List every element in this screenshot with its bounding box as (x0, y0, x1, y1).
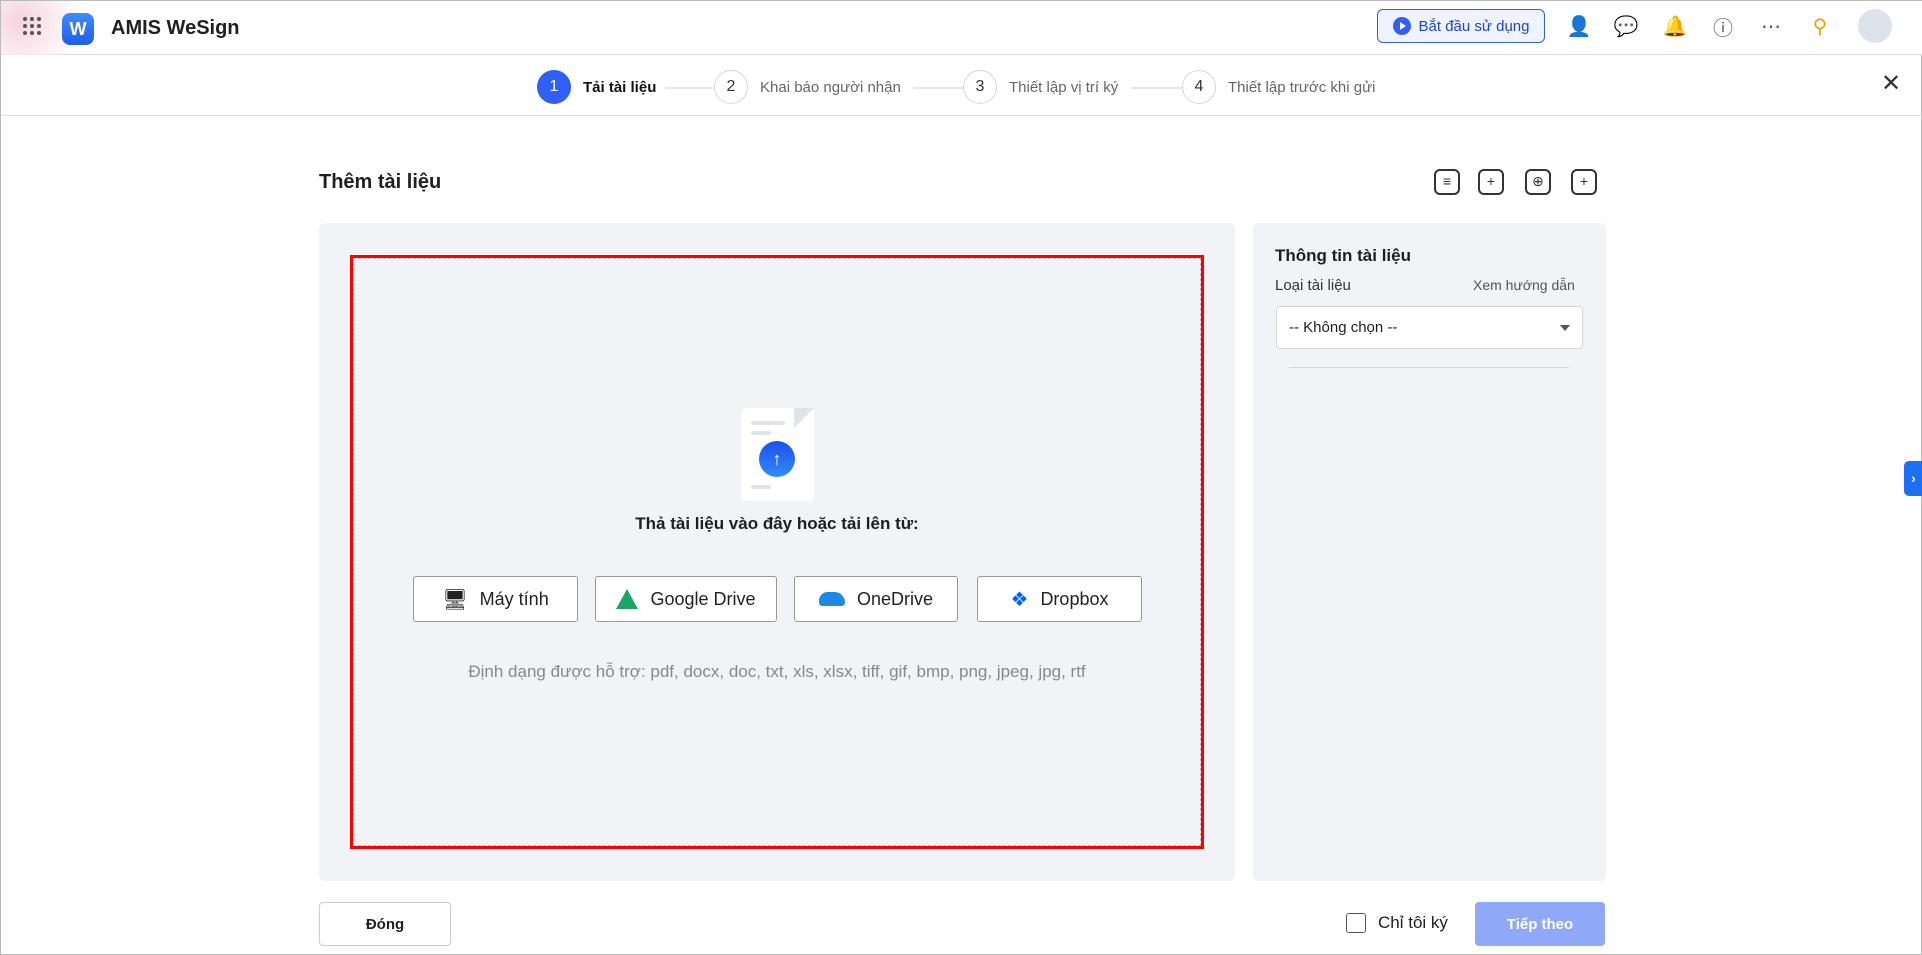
supported-formats: Định dạng được hỗ trợ: pdf, docx, doc, t… (468, 662, 1086, 681)
step-upload[interactable]: 1 Tải tài liệu (537, 70, 656, 104)
upload-arrow-icon: ↑ (759, 441, 795, 477)
play-icon (1392, 17, 1411, 35)
start-using-button[interactable]: Bắt đầu sử dụng (1377, 9, 1545, 43)
google-drive-button[interactable]: Google Drive (595, 576, 777, 622)
app-header: W AMIS WeSign Bắt đầu sử dụng 👤 💬 🔔 ⓘ ⋯ … (1, 1, 1922, 55)
app-grid-icon[interactable] (23, 17, 41, 35)
template-icon[interactable]: ≡ (1434, 169, 1460, 195)
bell-icon[interactable]: 🔔 (1662, 13, 1688, 39)
monitor-icon: 🖥 (442, 588, 468, 611)
start-label: Bắt đầu sử dụng (1418, 17, 1530, 35)
step-connector (665, 87, 715, 89)
close-icon[interactable]: ✕ (1881, 69, 1901, 98)
add-form-icon[interactable]: + (1478, 169, 1504, 195)
step-pre-send[interactable]: 4 Thiết lập trước khi gửi (1182, 70, 1375, 104)
only-me-sign-checkbox[interactable] (1346, 913, 1366, 933)
step-connector (913, 87, 963, 89)
drop-zone[interactable] (350, 255, 1204, 849)
help-icon[interactable]: ⓘ (1710, 13, 1736, 40)
step-label: Thiết lập vị trí ký (1009, 78, 1119, 96)
dropbox-button[interactable]: ❖ Dropbox (977, 576, 1142, 622)
onedrive-button[interactable]: OneDrive (794, 576, 958, 622)
upload-document-icon: ↑ (741, 408, 814, 501)
step-connector (1131, 87, 1183, 89)
document-type-label: Loại tài liệu (1275, 277, 1351, 294)
only-me-sign-label[interactable]: Chỉ tôi ký (1378, 913, 1448, 933)
copy-add-icon[interactable]: + (1571, 169, 1597, 195)
chat-icon[interactable]: 💬 (1613, 13, 1639, 39)
step-label: Khai báo người nhận (760, 78, 901, 96)
add-from-storage-icon[interactable]: ⊕ (1525, 169, 1551, 195)
stepper: 1 Tải tài liệu 2 Khai báo người nhận 3 Thiế… (1, 55, 1922, 116)
gift-icon[interactable]: ⚲ (1807, 13, 1833, 39)
guide-link[interactable]: Xem hướng dẫn (1473, 277, 1575, 293)
source-label: OneDrive (856, 588, 934, 609)
step-number: 3 (963, 70, 997, 104)
step-number: 2 (714, 70, 748, 104)
avatar[interactable] (1858, 9, 1892, 43)
document-type-select[interactable]: -- Không chọn -- (1276, 306, 1583, 349)
add-user-icon[interactable]: 👤 (1566, 13, 1592, 39)
select-value: -- Không chọn -- (1289, 319, 1398, 336)
step-sign-position[interactable]: 3 Thiết lập vị trí ký (963, 70, 1118, 104)
app-title: AMIS WeSign (111, 17, 240, 39)
google-drive-icon (616, 589, 639, 609)
document-info-title: Thông tin tài liệu (1275, 246, 1411, 265)
step-number: 4 (1182, 70, 1216, 104)
dropbox-icon: ❖ (1010, 588, 1029, 611)
more-icon[interactable]: ⋯ (1758, 13, 1784, 39)
blossom-decoration (1, 1, 111, 55)
onedrive-icon (818, 592, 845, 606)
caret-down-icon (1560, 324, 1570, 331)
step-label: Thiết lập trước khi gửi (1228, 78, 1376, 96)
app-logo: W (62, 13, 94, 45)
expand-panel-chevron-icon[interactable]: › (1904, 461, 1922, 496)
step-label: Tải tài liệu (583, 78, 657, 96)
source-label: Máy tính (479, 588, 549, 609)
next-button[interactable]: Tiếp theo (1475, 902, 1605, 946)
step-number: 1 (537, 70, 571, 104)
drop-instructions: Thả tài liệu vào đây hoặc tải lên từ: (635, 514, 919, 533)
computer-upload-button[interactable]: 🖥 Máy tính (413, 576, 578, 622)
page-title: Thêm tài liệu (319, 171, 442, 193)
divider (1289, 367, 1569, 368)
source-label: Dropbox (1040, 588, 1109, 609)
source-label: Google Drive (650, 588, 756, 609)
close-button[interactable]: Đóng (319, 902, 451, 946)
step-recipients[interactable]: 2 Khai báo người nhận (714, 70, 901, 104)
